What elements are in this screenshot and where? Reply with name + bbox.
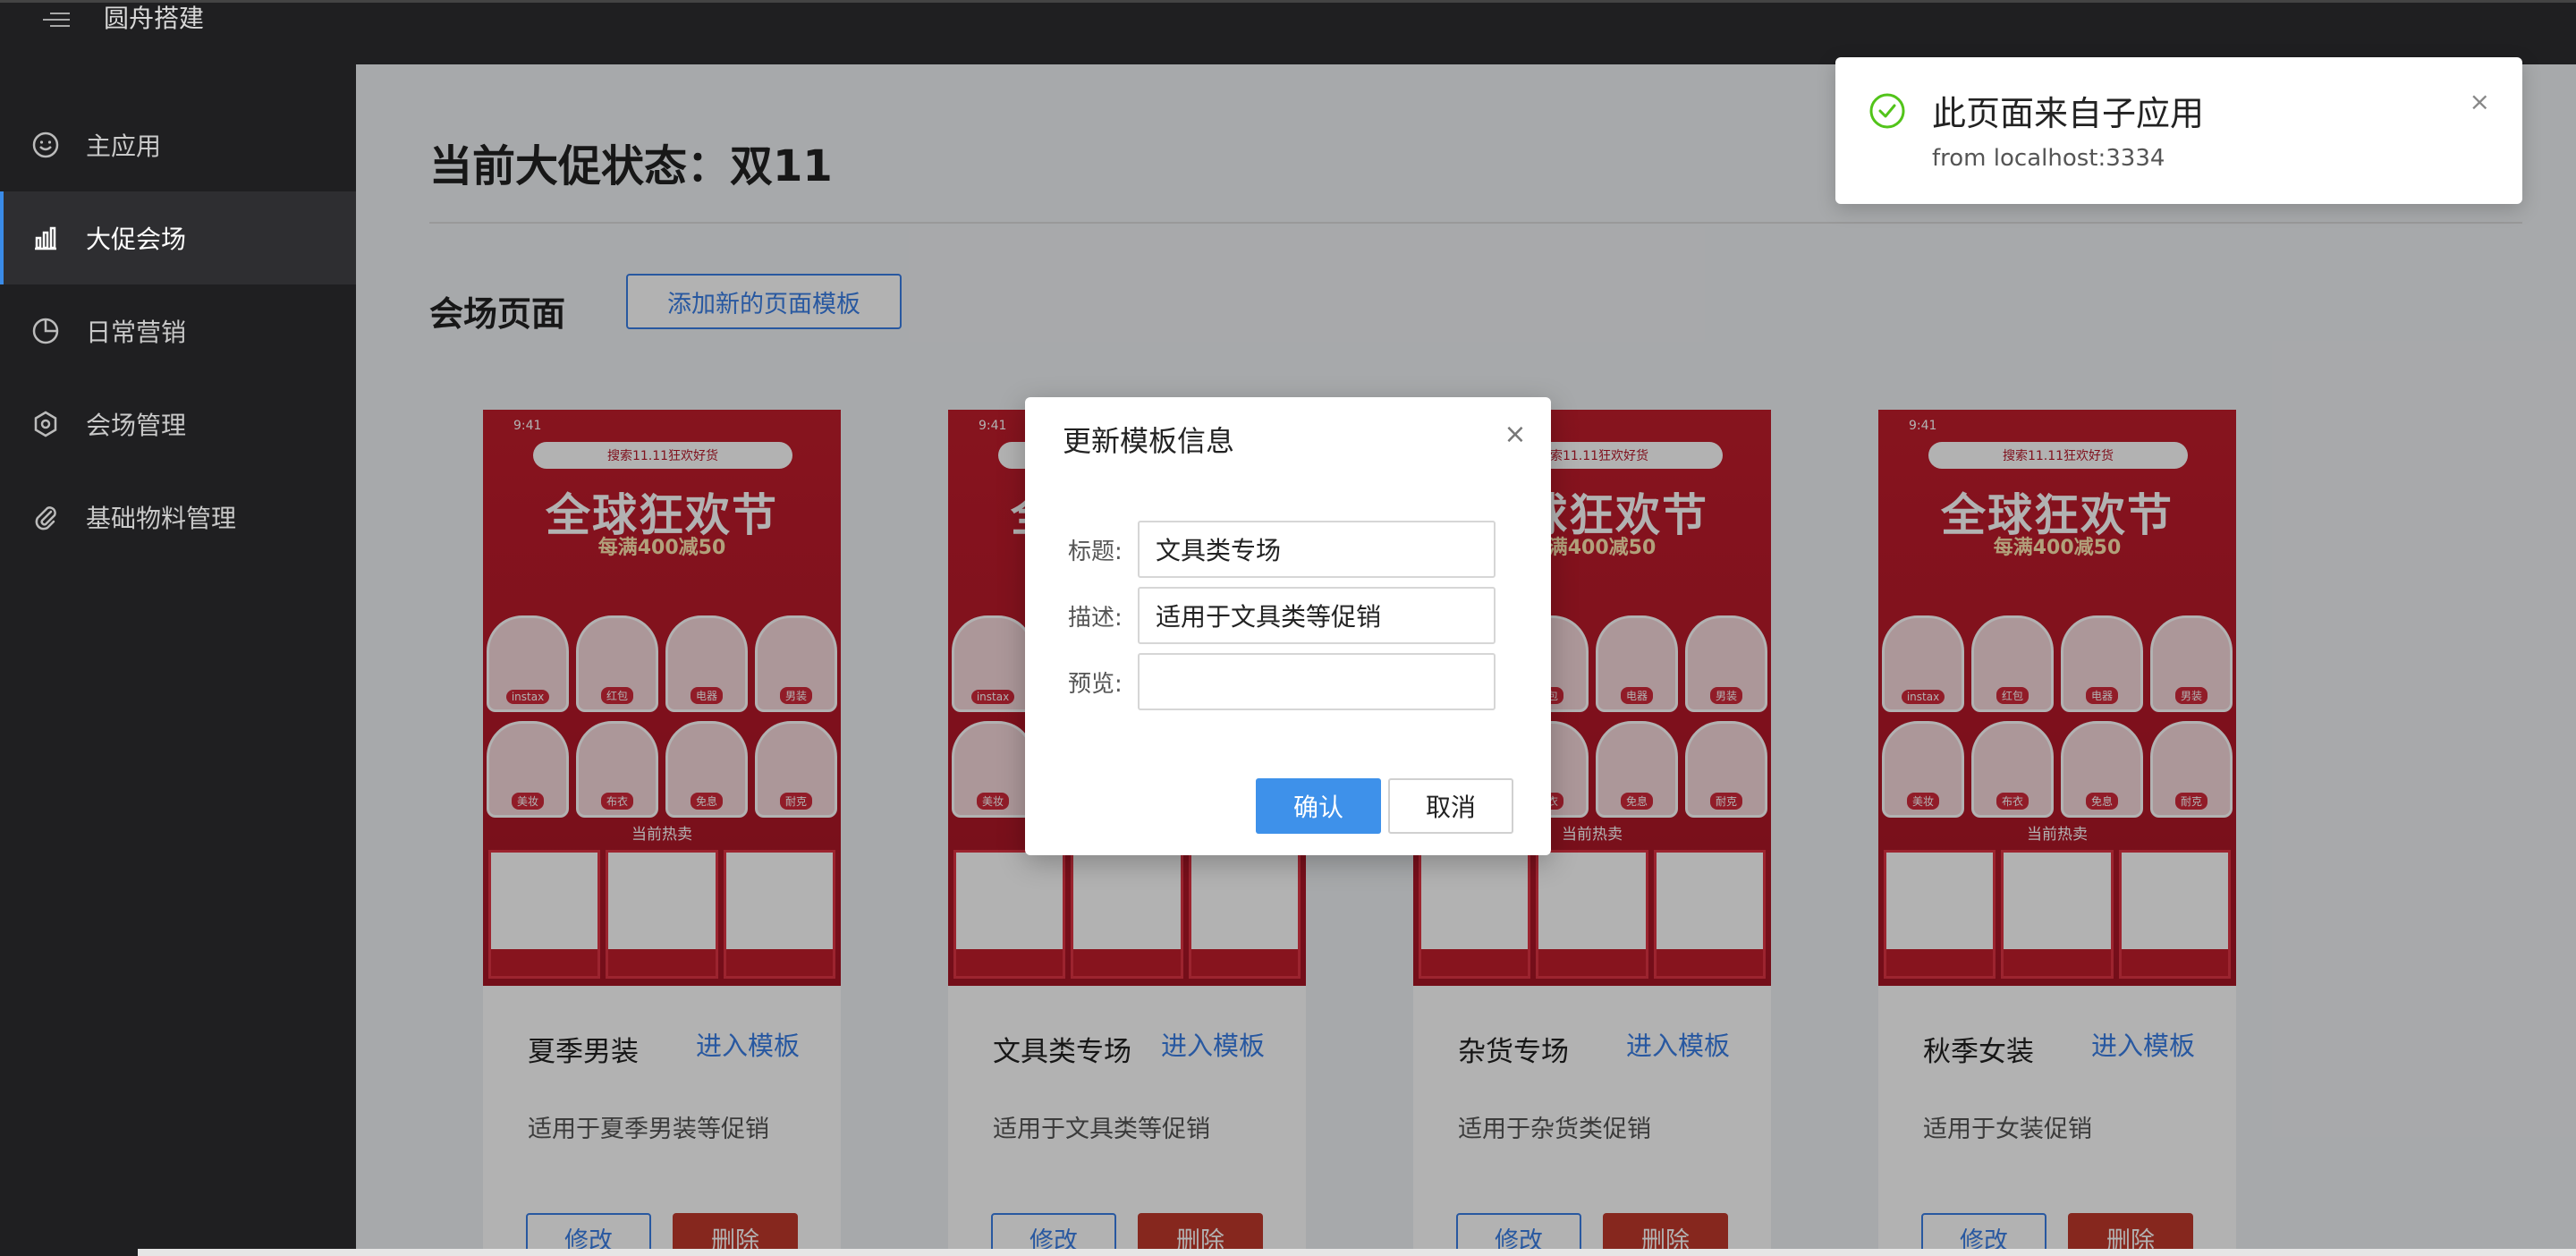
smile-icon — [30, 130, 61, 160]
sidebar-item-label: 大促会场 — [86, 225, 187, 254]
close-icon[interactable]: × — [2470, 89, 2490, 115]
notification: 此页面来自子应用 from localhost:3334 × — [1835, 57, 2522, 204]
hexagon-settings-icon — [30, 409, 61, 439]
description-input[interactable]: 适用于文具类等促销 — [1138, 587, 1496, 644]
sidebar: 主应用 大促会场 日常营销 会场管理 基础物料管理 — [0, 64, 356, 1256]
sidebar-item-label: 主应用 — [86, 132, 162, 161]
form-row-description: 描述: 适用于文具类等促销 — [1068, 587, 1515, 644]
sidebar-item-basic-materials[interactable]: 基础物料管理 — [0, 471, 356, 564]
bar-chart-icon — [30, 223, 61, 253]
title-input[interactable]: 文具类专场 — [1138, 521, 1496, 578]
update-template-modal: 更新模板信息 × 标题: 文具类专场 描述: 适用于文具类等促销 预览: 确认 … — [1025, 397, 1551, 855]
notification-title: 此页面来自子应用 — [1932, 94, 2205, 133]
close-icon[interactable]: × — [1503, 421, 1528, 448]
cancel-button[interactable]: 取消 — [1388, 778, 1513, 834]
sidebar-item-label: 基础物料管理 — [86, 504, 237, 533]
notification-text: from localhost:3334 — [1932, 145, 2165, 172]
description-label: 描述: — [1068, 604, 1123, 632]
preview-label: 预览: — [1068, 670, 1123, 698]
sidebar-item-venue-management[interactable]: 会场管理 — [0, 378, 356, 471]
preview-input[interactable] — [1138, 653, 1496, 710]
title-label: 标题: — [1068, 538, 1123, 565]
form-row-preview: 预览: — [1068, 653, 1515, 710]
top-bar: 圆舟搭建 — [0, 0, 2576, 64]
modal-title: 更新模板信息 — [1063, 424, 1235, 458]
check-circle-icon — [1869, 93, 1905, 129]
confirm-button[interactable]: 确认 — [1256, 778, 1381, 834]
form-row-title: 标题: 文具类专场 — [1068, 521, 1515, 578]
sidebar-item-promotion-venue[interactable]: 大促会场 — [0, 191, 356, 284]
menu-fold-icon[interactable] — [43, 8, 70, 31]
sidebar-item-label: 会场管理 — [86, 411, 187, 440]
sidebar-item-daily-marketing[interactable]: 日常营销 — [0, 284, 356, 378]
pie-chart-icon — [30, 316, 61, 346]
paperclip-icon — [30, 502, 61, 532]
sidebar-item-label: 日常营销 — [86, 318, 187, 347]
sidebar-item-main-app[interactable]: 主应用 — [0, 98, 356, 191]
app-title: 圆舟搭建 — [104, 4, 205, 33]
horizontal-scrollbar[interactable] — [138, 1249, 2576, 1256]
